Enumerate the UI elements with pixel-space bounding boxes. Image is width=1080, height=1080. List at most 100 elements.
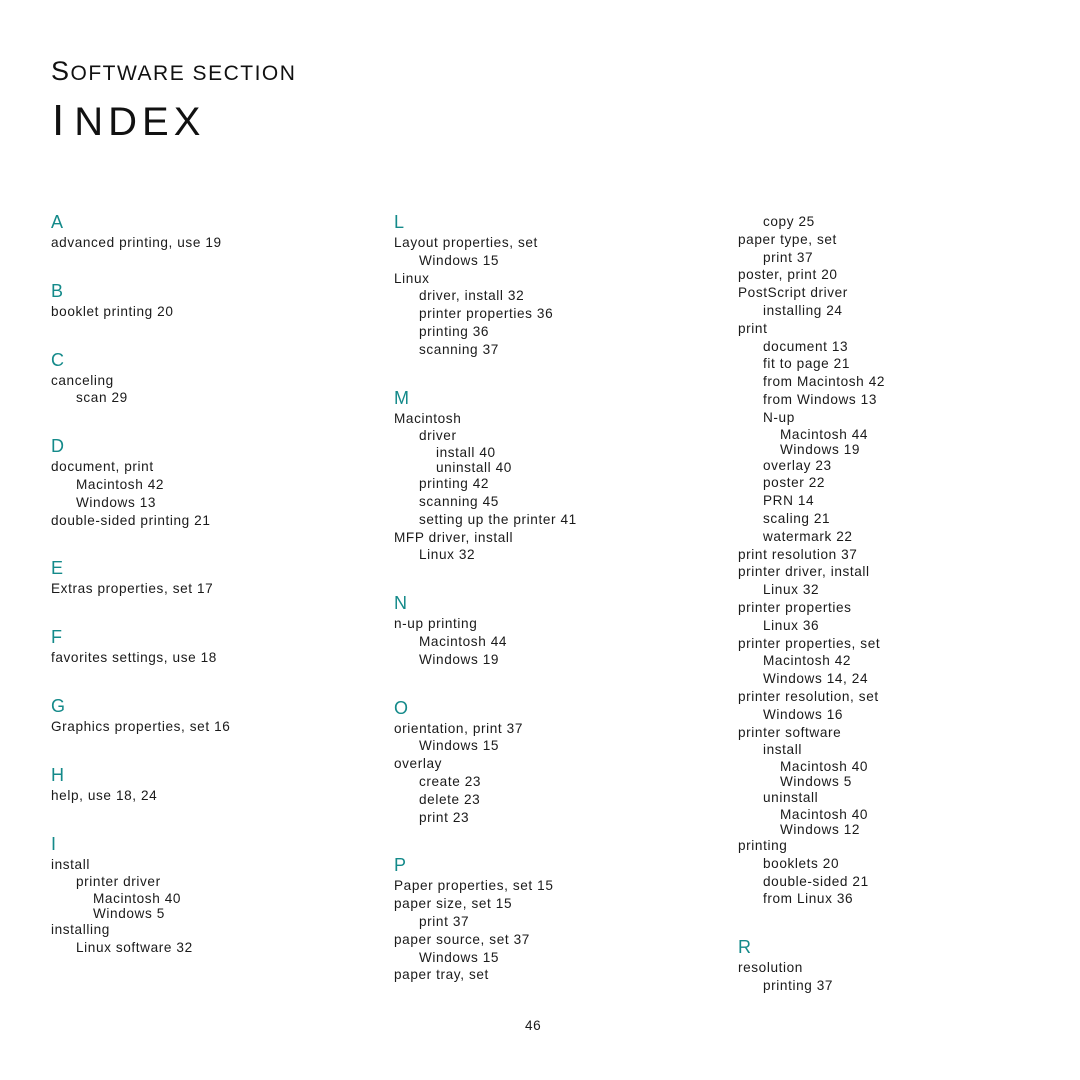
- index-letter-heading: E: [51, 558, 64, 579]
- index-subentry: printing 36: [419, 323, 490, 339]
- index-entry: MFP driver, install: [394, 529, 514, 545]
- index-entry: install: [51, 856, 90, 872]
- index-group-c: Ccanceling scan 29: [51, 348, 371, 408]
- index-entry: printing: [738, 837, 788, 853]
- index-entry: paper source, set 37: [394, 931, 530, 947]
- index-entry: paper type, set: [738, 231, 837, 247]
- index-subentry: print 23: [419, 809, 470, 825]
- index-subentry: fit to page 21: [763, 356, 851, 372]
- index-letter-heading: N: [394, 593, 407, 614]
- index-subentry: Windows 15: [419, 738, 500, 754]
- index-subentry: Windows 12: [780, 821, 861, 837]
- index-letter-heading: F: [51, 627, 62, 648]
- index-subentry: Windows 15: [419, 252, 500, 268]
- index-subentry: copy 25: [763, 214, 815, 229]
- index-subentry: double-sided 21: [763, 873, 869, 889]
- index-group-g: G Graphics properties, set 16: [51, 694, 371, 736]
- index-letter-heading: I: [51, 833, 57, 854]
- index-entry: Paper properties, set 15: [394, 878, 554, 894]
- index-letter-heading: D: [51, 436, 64, 457]
- index-entry: Macintosh: [394, 410, 462, 426]
- index-entry: printer software: [738, 724, 842, 740]
- index-entry: Layout properties, set: [394, 235, 538, 250]
- index-subentry: uninstall: [763, 790, 819, 806]
- index-subentry: print 37: [763, 249, 814, 265]
- index-subentry: booklets 20: [763, 855, 840, 871]
- index-subentry: scanning 37: [419, 341, 499, 357]
- index-subentry: scanning 45: [419, 493, 499, 509]
- index-subentry: scaling 21: [763, 510, 831, 526]
- index-subentry: driver, install 32: [419, 288, 525, 304]
- index-subentry: scan 29: [76, 390, 128, 406]
- index-group-d: Ddocument, print Macintosh 42 Windows 13 do…: [51, 434, 371, 529]
- index-letter-heading: R: [738, 937, 751, 958]
- index-subentry: from Linux 36: [763, 891, 854, 907]
- index-group-m: M Macintosh driver install 40 uninstall 40 pr…: [394, 386, 714, 565]
- page-title: INDEX: [52, 96, 206, 145]
- index-entry: booklet printing 20: [51, 303, 174, 319]
- index-subentry: Linux 32: [763, 582, 820, 598]
- index-subentry: Windows 19: [780, 441, 861, 457]
- index-group-l: L Layout properties, set Windows 15 Linux dr…: [394, 210, 714, 359]
- index-letter-heading: C: [51, 349, 64, 370]
- index-subentry: Linux software 32: [76, 939, 193, 955]
- index-subentry: setting up the printer 41: [419, 511, 577, 527]
- index-subentry: document 13: [763, 338, 849, 354]
- index-entry: poster, print 20: [738, 267, 838, 283]
- index-letter-heading: O: [394, 697, 409, 718]
- index-subentry: Linux 36: [763, 617, 820, 633]
- index-entry: advanced printing, use 19: [51, 235, 222, 250]
- index-subentry: Windows 15: [419, 949, 500, 965]
- index-subentry: Windows 5: [780, 774, 852, 790]
- index-subentry: driver: [419, 428, 457, 444]
- index-entry: print resolution 37: [738, 546, 858, 562]
- index-subentry: Linux 32: [419, 547, 476, 563]
- index-subentry: Windows 14, 24: [763, 671, 869, 687]
- index-entry: Graphics properties, set 16: [51, 718, 231, 734]
- index-entry: print: [738, 320, 768, 336]
- index-entry: help, use 18, 24: [51, 787, 158, 803]
- index-subentry: Macintosh 44: [780, 426, 869, 442]
- index-subentry: printing 37: [763, 977, 834, 993]
- page-number: 46: [525, 1018, 542, 1033]
- index-entry: Linux: [394, 270, 430, 286]
- index-entry: printer properties: [738, 599, 852, 615]
- index-entry: paper size, set 15: [394, 896, 513, 912]
- index-group-o: Oorientation, print 37 Windows 15 overlay c…: [394, 696, 714, 827]
- index-entry: resolution: [738, 960, 803, 976]
- index-letter-heading: L: [394, 212, 405, 232]
- index-subentry: create 23: [419, 773, 482, 789]
- section-title: SOFTWARE SECTION: [51, 56, 297, 86]
- index-group-b: Bbooklet printing 20: [51, 279, 371, 321]
- index-subentry: from Windows 13: [763, 391, 878, 407]
- index-subentry: Macintosh 42: [763, 653, 852, 669]
- index-letter-heading: M: [394, 387, 409, 408]
- index-group-n: Nn-up printing Macintosh 44 Windows 19: [394, 591, 714, 668]
- index-subentry: Windows 19: [419, 651, 500, 667]
- index-subentry: delete 23: [419, 791, 481, 807]
- index-group-h: Hhelp, use 18, 24: [51, 763, 371, 805]
- index-column-2: L Layout properties, set Windows 15 Linux dr…: [394, 210, 714, 1011]
- index-entry: printer resolution, set: [738, 688, 879, 704]
- index-subentry: Macintosh 40: [780, 806, 869, 822]
- index-entry: document, print: [51, 459, 154, 475]
- index-group-f: Ffavorites settings, use 18: [51, 625, 371, 667]
- index-entry: paper tray, set: [394, 967, 489, 983]
- index-subentry: PRN 14: [763, 493, 815, 509]
- index-entry: canceling: [51, 372, 114, 388]
- index-letter-heading: B: [51, 280, 64, 301]
- index-entry: double-sided printing 21: [51, 512, 211, 528]
- index-letter-heading: A: [51, 212, 64, 232]
- index-column-1: Aadvanced printing, use 19 Bbooklet print…: [51, 210, 371, 984]
- index-subentry: poster 22: [763, 475, 826, 491]
- index-subentry: Windows 13: [76, 494, 157, 510]
- index-column-3: copy 25 paper type, set print 37 poster, pr…: [738, 213, 1058, 1022]
- index-group-a: Aadvanced printing, use 19: [51, 210, 371, 252]
- index-subentry: printer properties 36: [419, 306, 554, 322]
- index-entry: n-up printing: [394, 616, 478, 632]
- index-entry: printer properties, set: [738, 635, 881, 651]
- index-subentry: install: [763, 742, 802, 758]
- index-group-continued: copy 25 paper type, set print 37 poster, pr…: [738, 213, 1058, 908]
- index-subentry: installing 24: [763, 302, 843, 318]
- index-subentry: Macintosh 40: [780, 759, 869, 775]
